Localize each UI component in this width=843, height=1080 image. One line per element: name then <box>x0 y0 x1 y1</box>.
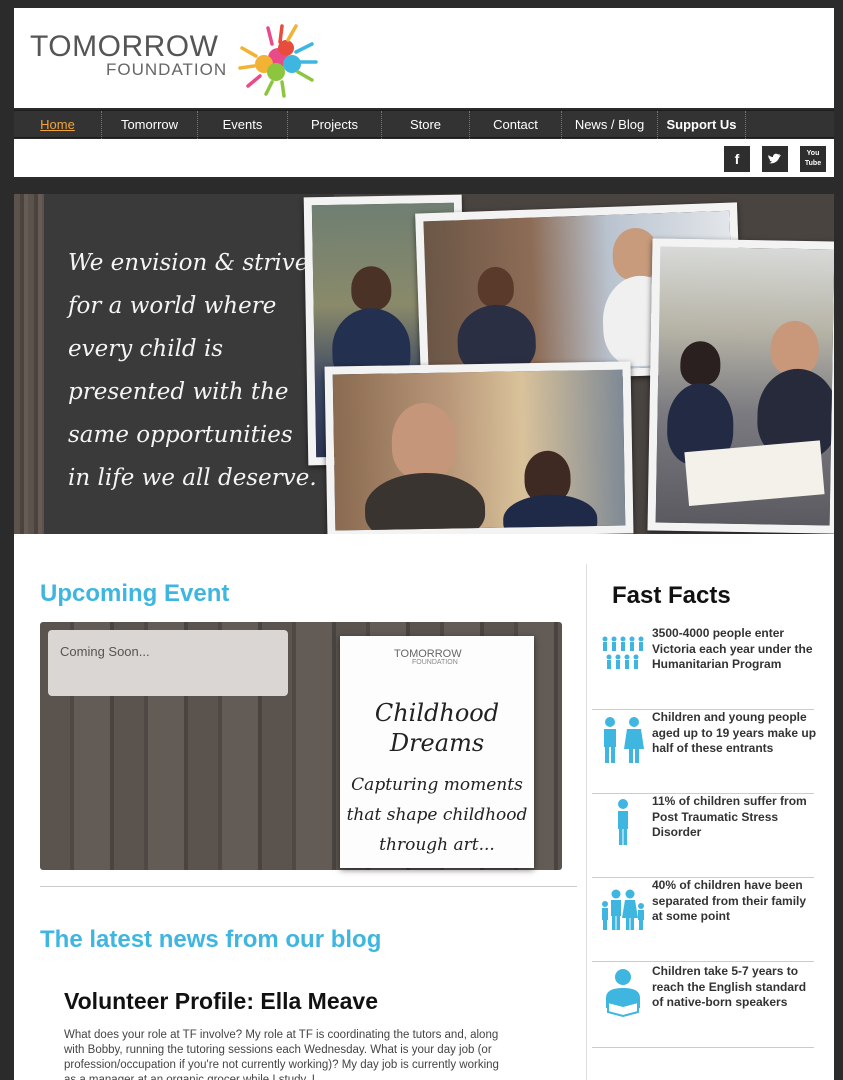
nav-item-news-blog[interactable]: News / Blog <box>562 111 658 139</box>
fact-text: 40% of children have been separated from… <box>652 878 807 923</box>
coming-soon-label: Coming Soon... <box>48 630 288 696</box>
nav-item-home[interactable]: Home <box>14 111 102 139</box>
social-bar: f You Tube <box>14 139 834 177</box>
blog-heading: The latest news from our blog <box>40 926 382 953</box>
nav-item-support-us[interactable]: Support Us <box>658 111 746 139</box>
logo-title: TOMORROW <box>30 30 219 63</box>
main-navigation: Home Tomorrow Events Projects Store Cont… <box>14 110 834 139</box>
fact-text: 11% of children suffer from Post Traumat… <box>652 794 807 839</box>
upcoming-event-heading: Upcoming Event <box>40 580 230 607</box>
hero-quote: We envision & strive for a world where e… <box>68 250 317 491</box>
hero-banner: We envision & strive for a world where e… <box>14 194 834 534</box>
people-group-icon <box>602 636 644 669</box>
colorful-hands-logo-icon <box>238 24 318 98</box>
blog-post-title[interactable]: Volunteer Profile: Ella Meave <box>64 988 378 1015</box>
facebook-icon[interactable]: f <box>724 146 750 172</box>
nav-item-projects[interactable]: Projects <box>288 111 382 139</box>
youtube-icon[interactable]: You Tube <box>800 146 826 172</box>
site-logo[interactable]: TOMORROW FOUNDATION <box>30 30 227 80</box>
fact-text: Children and young people aged up to 19 … <box>652 710 817 755</box>
sidebar-divider <box>586 564 587 1080</box>
main-content: Upcoming Event Coming Soon... TOMORROW F… <box>14 534 834 1080</box>
fact-item: Children take 5-7 years to reach the Eng… <box>592 964 814 1048</box>
fact-item: 11% of children suffer from Post Traumat… <box>592 794 814 878</box>
fact-item: 40% of children have been separated from… <box>592 878 814 962</box>
hero-photo-reading <box>647 238 834 534</box>
single-person-icon <box>618 799 628 845</box>
twitter-icon[interactable] <box>762 146 788 172</box>
nav-item-events[interactable]: Events <box>198 111 288 139</box>
fact-item: Children and young people aged up to 19 … <box>592 710 816 794</box>
blog-post-excerpt: What does your role at TF involve? My ro… <box>64 1029 499 1080</box>
section-divider <box>40 886 577 887</box>
fast-facts-heading: Fast Facts <box>612 582 731 609</box>
card-subtitle: Capturing moments that shape childhood t… <box>346 775 528 855</box>
card-title: Childhood Dreams <box>374 699 500 757</box>
family-icon <box>602 889 644 930</box>
boy-girl-icon <box>604 717 644 763</box>
childhood-dreams-card[interactable]: TOMORROW FOUNDATION Childhood Dreams Cap… <box>340 636 534 868</box>
reading-person-icon <box>606 969 640 1018</box>
hero-photo-group <box>324 361 634 534</box>
logo-subtitle: FOUNDATION <box>106 60 228 79</box>
card-logo-subtitle: FOUNDATION <box>412 659 458 666</box>
fact-text: Children take 5-7 years to reach the Eng… <box>652 964 807 1009</box>
upcoming-event-panel[interactable]: Coming Soon... TOMORROW FOUNDATION Child… <box>40 622 562 870</box>
nav-item-store[interactable]: Store <box>382 111 470 139</box>
nav-item-contact[interactable]: Contact <box>470 111 562 139</box>
nav-item-tomorrow[interactable]: Tomorrow <box>102 111 198 139</box>
fact-text: 3500-4000 people enter Victoria each yea… <box>652 626 813 671</box>
site-header: TOMORROW FOUNDATION <box>14 8 834 108</box>
fact-item: 3500-4000 people enter Victoria each yea… <box>592 626 814 710</box>
